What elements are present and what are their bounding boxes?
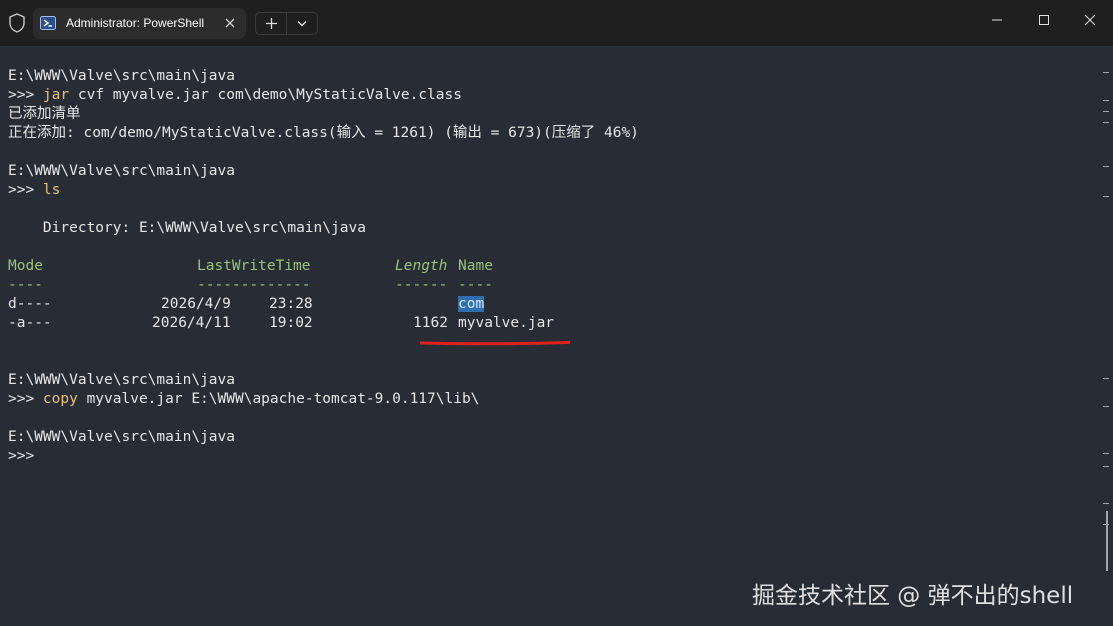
row-name: com	[458, 295, 485, 314]
col-header-name: Name	[458, 258, 493, 274]
scroll-mark	[1103, 406, 1109, 407]
close-icon	[1084, 14, 1096, 26]
scrollbar[interactable]	[1103, 56, 1109, 616]
command-name: ls	[42, 182, 61, 198]
scrollbar-thumb[interactable]	[1106, 511, 1108, 571]
prompt-path: E:\WWW\Valve\src\main\java	[8, 163, 235, 179]
close-tab-icon[interactable]	[222, 15, 238, 31]
tab-dropdown-button[interactable]	[287, 13, 317, 34]
new-tab-group	[255, 12, 318, 35]
row-date: 2026/4/11	[152, 315, 231, 331]
col-sep-lastwrite: -------------	[197, 277, 311, 293]
scroll-mark	[1103, 466, 1109, 467]
row-time: 23:28	[269, 296, 313, 312]
command-line: >>> ls	[8, 182, 61, 198]
close-window-button[interactable]	[1067, 0, 1113, 40]
scroll-mark	[1103, 100, 1109, 101]
watermark: 掘金技术社区 @ 弹不出的shell	[752, 583, 1074, 609]
scroll-mark	[1103, 453, 1109, 454]
output-line: 已添加清单	[8, 106, 81, 122]
prompt-line[interactable]: >>>	[8, 447, 34, 466]
terminal-output[interactable]: E:\WWW\Valve\src\main\java >>> jar cvf m…	[0, 46, 1113, 626]
maximize-icon	[1039, 15, 1049, 25]
col-sep-mode: ----	[8, 277, 43, 293]
command-line: >>> copy myvalve.jar E:\WWW\apache-tomca…	[8, 391, 480, 407]
row-time: 19:02	[269, 315, 313, 331]
command-name: copy	[42, 391, 78, 407]
col-header-mode: Mode	[8, 258, 43, 274]
scroll-mark	[1103, 72, 1109, 73]
minimize-button[interactable]	[974, 0, 1020, 40]
scroll-mark	[1103, 166, 1109, 167]
row-mode: -a---	[8, 315, 52, 331]
plus-icon	[266, 18, 277, 29]
chevron-down-icon	[297, 21, 307, 27]
prompt-path: E:\WWW\Valve\src\main\java	[8, 429, 235, 445]
minimize-icon	[992, 19, 1002, 21]
col-sep-name: ----	[458, 277, 493, 293]
scroll-mark	[1103, 111, 1109, 112]
row-mode: d----	[8, 296, 52, 312]
prompt-path: E:\WWW\Valve\src\main\java	[8, 68, 235, 84]
command-name: jar	[42, 87, 70, 103]
scroll-mark	[1103, 122, 1109, 123]
prompt-path: E:\WWW\Valve\src\main\java	[8, 372, 235, 388]
tab-powershell[interactable]: Administrator: PowerShell	[33, 8, 246, 39]
maximize-button[interactable]	[1021, 0, 1067, 40]
red-underline-annotation	[420, 341, 570, 346]
shield-icon	[9, 13, 25, 33]
scroll-mark	[1103, 378, 1109, 379]
directory-header: Directory: E:\WWW\Valve\src\main\java	[8, 220, 366, 236]
scroll-mark	[1103, 503, 1109, 504]
title-bar: Administrator: PowerShell	[0, 0, 1113, 46]
command-line: >>> jar cvf myvalve.jar com\demo\MyStati…	[8, 87, 462, 103]
row-date: 2026/4/9	[161, 296, 231, 312]
output-line: 正在添加: com/demo/MyStaticValve.class(输入 = …	[8, 125, 639, 141]
tab-title: Administrator: PowerShell	[66, 16, 205, 30]
col-header-length: Length	[395, 258, 448, 274]
scroll-mark	[1103, 196, 1109, 197]
new-tab-button[interactable]	[256, 13, 287, 34]
selected-text: com	[458, 296, 485, 312]
col-header-lastwrite: LastWriteTime	[197, 258, 311, 274]
col-sep-length: ------	[395, 277, 448, 293]
row-length: 1162	[413, 315, 448, 331]
row-name: myvalve.jar	[458, 315, 555, 331]
powershell-icon	[40, 16, 56, 30]
